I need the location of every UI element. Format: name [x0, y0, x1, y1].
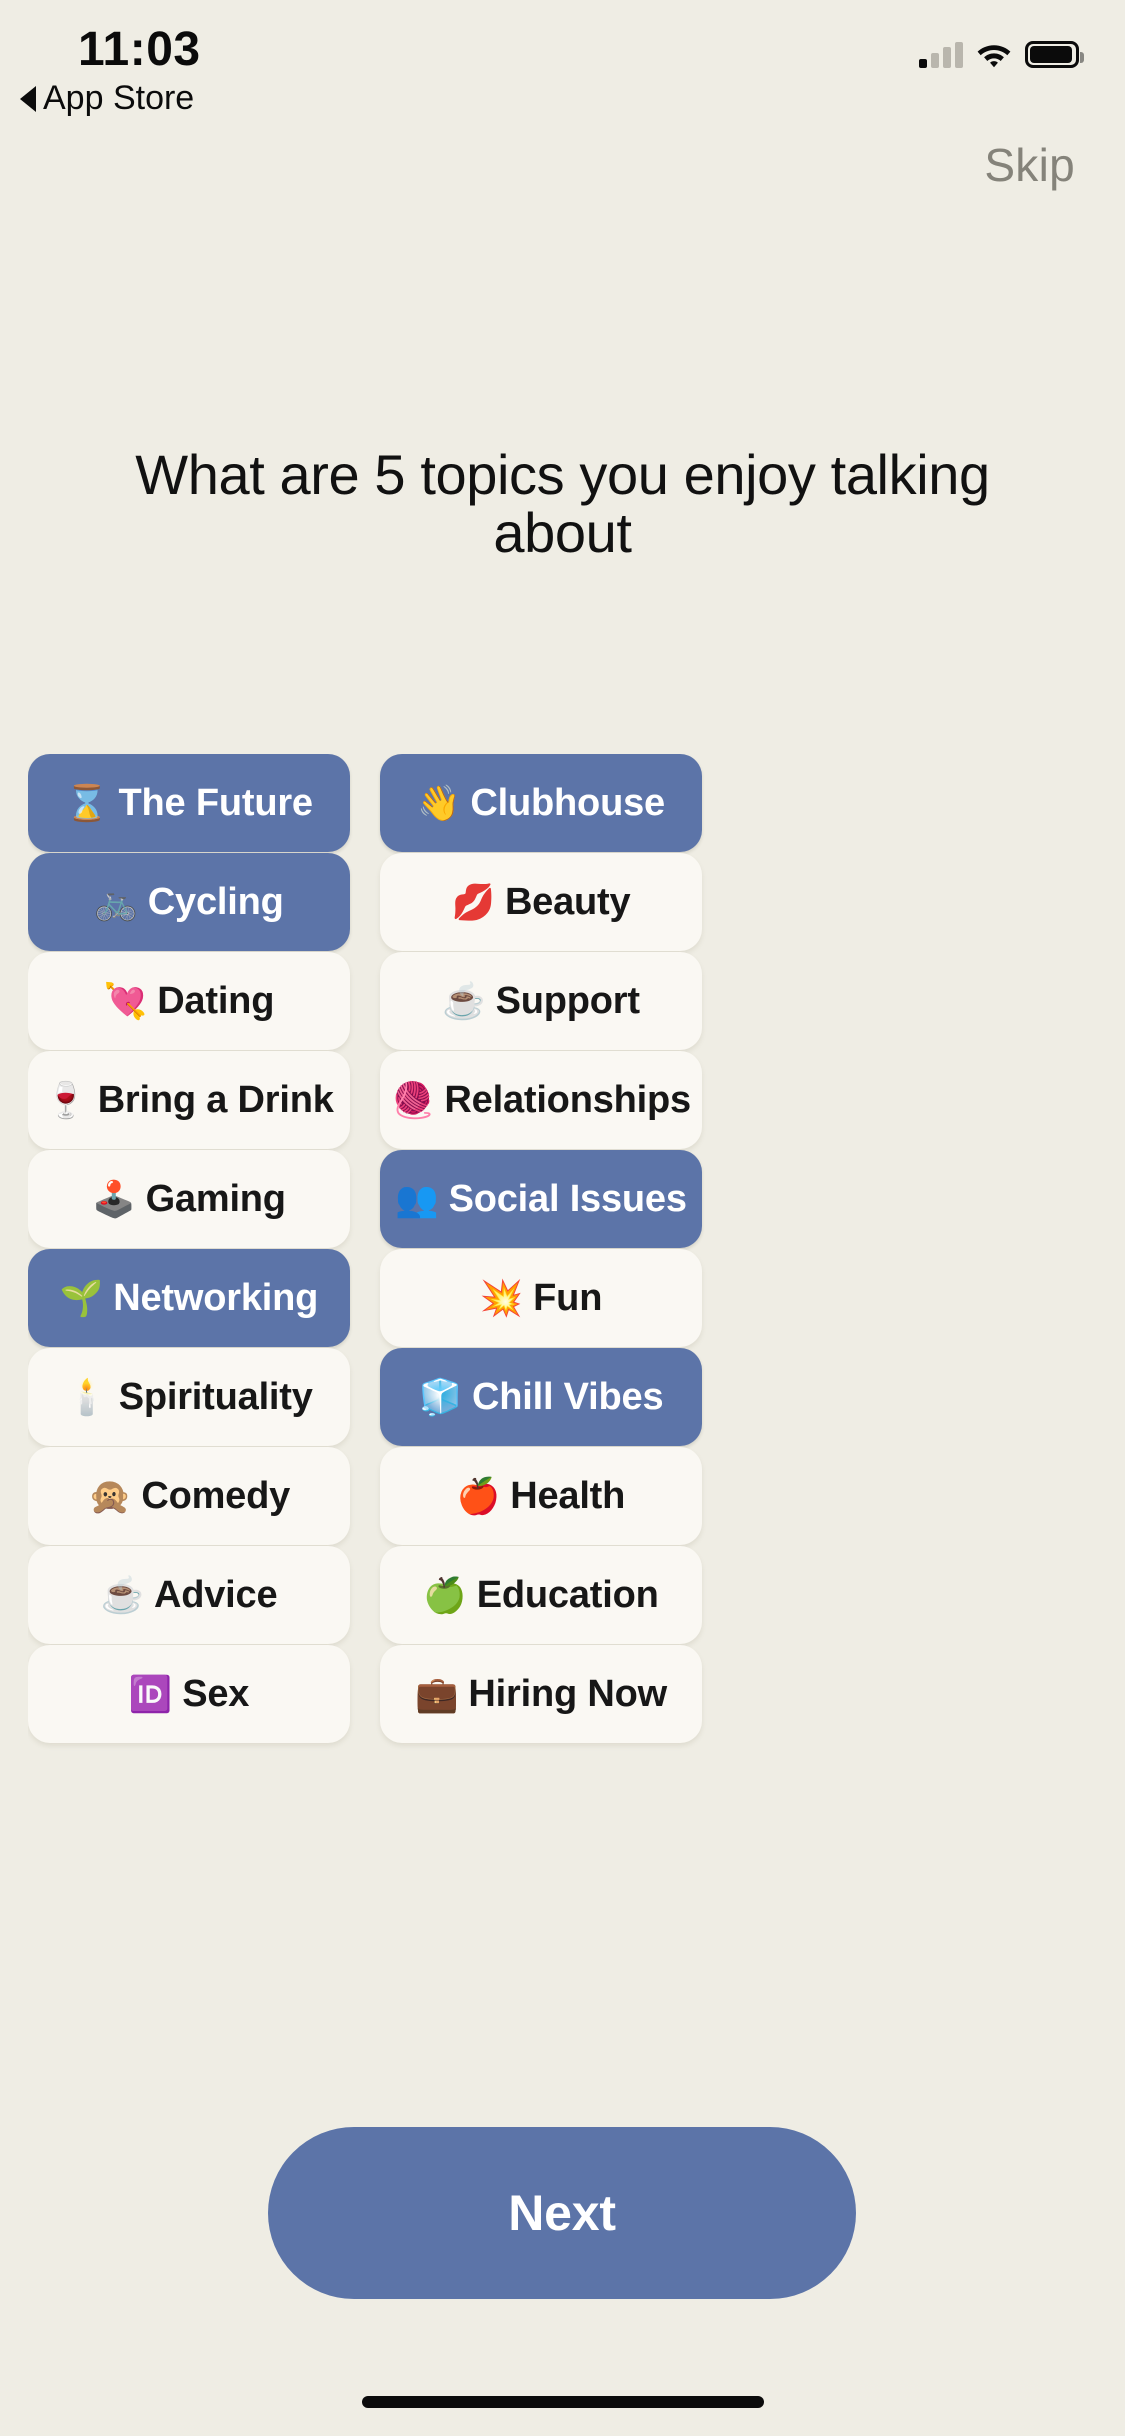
joystick-icon: 🕹️: [92, 1179, 136, 1219]
topic-chip-label: Advice: [153, 1573, 278, 1616]
topic-chip-cell: 🌱 Networking: [28, 1249, 350, 1348]
topic-chip-label: Dating: [157, 979, 275, 1022]
topic-chip-the-future[interactable]: ⌛ The Future: [28, 754, 350, 852]
topic-chip-cell: 🧶 Relationships: [380, 1051, 702, 1150]
page-title: What are 5 topics you enjoy talking abou…: [135, 442, 990, 564]
skip-button[interactable]: Skip: [970, 128, 1089, 202]
topic-chip-label: Health: [510, 1474, 626, 1517]
topic-chip-cell: ☕ Support: [380, 952, 702, 1051]
topic-chip-cell: 💋 Beauty: [380, 853, 702, 952]
topic-chip-label: Bring a Drink: [97, 1078, 334, 1121]
topic-chip-networking[interactable]: 🌱 Networking: [28, 1249, 350, 1347]
topic-chip-cell: 🙊 Comedy: [28, 1447, 350, 1546]
topic-chip-comedy[interactable]: 🙊 Comedy: [28, 1447, 350, 1545]
topic-chip-cell: 🍏 Education: [380, 1546, 702, 1645]
topic-chip-label: Comedy: [141, 1474, 291, 1517]
topic-chip-label: Gaming: [145, 1177, 286, 1220]
status-bar-indicators: [919, 34, 1084, 68]
speak-no-evil-monkey-icon: 🙊: [87, 1476, 132, 1516]
topic-chip-label: Beauty: [504, 880, 631, 923]
topic-chip-label: Sex: [182, 1672, 250, 1715]
hot-beverage-icon: ☕: [100, 1575, 145, 1615]
topic-chip-label: Fun: [533, 1276, 603, 1319]
bicycle-icon: 🚲: [94, 882, 138, 922]
topic-chip-cell: 💼 Hiring Now: [380, 1645, 702, 1744]
topic-chip-social-issues[interactable]: 👥 Social Issues: [380, 1150, 702, 1248]
red-apple-icon: 🍎: [456, 1476, 501, 1516]
status-bar: 11:03 App Store: [0, 0, 1125, 132]
topic-chip-cell: 🕯️ Spirituality: [28, 1348, 350, 1447]
topic-chip-beauty[interactable]: 💋 Beauty: [380, 853, 702, 951]
triangle-left-icon: [20, 85, 36, 112]
topic-chip-bring-a-drink[interactable]: 🍷 Bring a Drink: [28, 1051, 350, 1149]
topic-chip-cell: 👥 Social Issues: [380, 1150, 702, 1249]
topic-chip-cell: 🍷 Bring a Drink: [28, 1051, 350, 1150]
topic-chip-label: Hiring Now: [468, 1672, 667, 1715]
topic-chip-cell: 🍎 Health: [380, 1447, 702, 1546]
topic-chip-label: Networking: [113, 1276, 319, 1319]
topic-chip-grid: ⌛ The Future 👋 Clubhouse 🚲 Cycling 💋 Beauty 💘 Dat…: [28, 754, 1097, 2254]
topic-chip-sex[interactable]: 🆔 Sex: [28, 1645, 350, 1743]
topic-chip-education[interactable]: 🍏 Education: [380, 1546, 702, 1644]
heart-with-arrow-icon: 💘: [103, 981, 148, 1021]
wine-glass-icon: 🍷: [44, 1080, 88, 1120]
topic-chip-cell: 🧊 Chill Vibes: [380, 1348, 702, 1447]
topic-chip-label: Chill Vibes: [472, 1375, 664, 1418]
topic-chip-fun[interactable]: 💥 Fun: [380, 1249, 702, 1347]
battery-icon: [1025, 41, 1084, 68]
topic-chip-label: Cycling: [147, 880, 284, 923]
back-to-app-store-button[interactable]: App Store: [20, 79, 194, 118]
topic-chip-hiring-now[interactable]: 💼 Hiring Now: [380, 1645, 702, 1743]
next-button[interactable]: Next: [268, 2127, 856, 2299]
topic-chip-cell: 🚲 Cycling: [28, 853, 350, 952]
home-indicator: [361, 2396, 764, 2408]
topic-chip-cell: 🕹️ Gaming: [28, 1150, 350, 1249]
hourglass-icon: ⌛: [65, 783, 109, 823]
topic-chip-cell: 💘 Dating: [28, 952, 350, 1051]
hot-beverage-icon: ☕: [442, 981, 486, 1021]
topic-chip-spirituality[interactable]: 🕯️ Spirituality: [28, 1348, 350, 1446]
topic-chip-relationships[interactable]: 🧶 Relationships: [380, 1051, 702, 1149]
ice-cube-icon: 🧊: [418, 1377, 463, 1417]
topic-chip-cell: ⌛ The Future: [28, 754, 350, 853]
green-apple-icon: 🍏: [423, 1575, 467, 1615]
back-label: App Store: [43, 79, 195, 117]
topic-chip-gaming[interactable]: 🕹️ Gaming: [28, 1150, 350, 1248]
topic-chip-clubhouse[interactable]: 👋 Clubhouse: [380, 754, 702, 852]
topic-chip-label: Clubhouse: [470, 781, 665, 824]
topic-chip-label: Social Issues: [448, 1177, 687, 1220]
topic-chip-cell: 💥 Fun: [380, 1249, 702, 1348]
next-button-label: Next: [508, 2185, 616, 2241]
topic-chip-dating[interactable]: 💘 Dating: [28, 952, 350, 1050]
seedling-icon: 🌱: [59, 1278, 104, 1318]
status-bar-time: 11:03: [78, 23, 201, 76]
id-button-icon: 🆔: [128, 1674, 173, 1714]
candle-icon: 🕯️: [65, 1377, 109, 1417]
topic-chip-advice[interactable]: ☕ Advice: [28, 1546, 350, 1644]
briefcase-icon: 💼: [415, 1674, 459, 1714]
topic-chip-support[interactable]: ☕ Support: [380, 952, 702, 1050]
cellular-signal-icon: [919, 42, 963, 68]
topic-chip-label: Relationships: [444, 1078, 691, 1121]
kiss-mark-icon: 💋: [451, 882, 496, 922]
waving-hand-icon: 👋: [417, 783, 461, 823]
topic-chip-chill-vibes[interactable]: 🧊 Chill Vibes: [380, 1348, 702, 1446]
topic-chip-label: Education: [476, 1573, 659, 1616]
wifi-icon: [976, 41, 1012, 68]
yarn-ball-icon: 🧶: [391, 1080, 435, 1120]
two-people-icon: 👥: [395, 1179, 439, 1219]
topic-chip-label: Spirituality: [118, 1375, 313, 1418]
topic-chip-label: The Future: [118, 781, 314, 824]
topic-chip-label: Support: [495, 979, 640, 1022]
collision-icon: 💥: [479, 1278, 524, 1318]
topic-chip-health[interactable]: 🍎 Health: [380, 1447, 702, 1545]
topic-chip-cell: 🆔 Sex: [28, 1645, 350, 1744]
topic-chip-cycling[interactable]: 🚲 Cycling: [28, 853, 350, 951]
topic-chip-cell: ☕ Advice: [28, 1546, 350, 1645]
topic-chip-cell: 👋 Clubhouse: [380, 754, 702, 853]
